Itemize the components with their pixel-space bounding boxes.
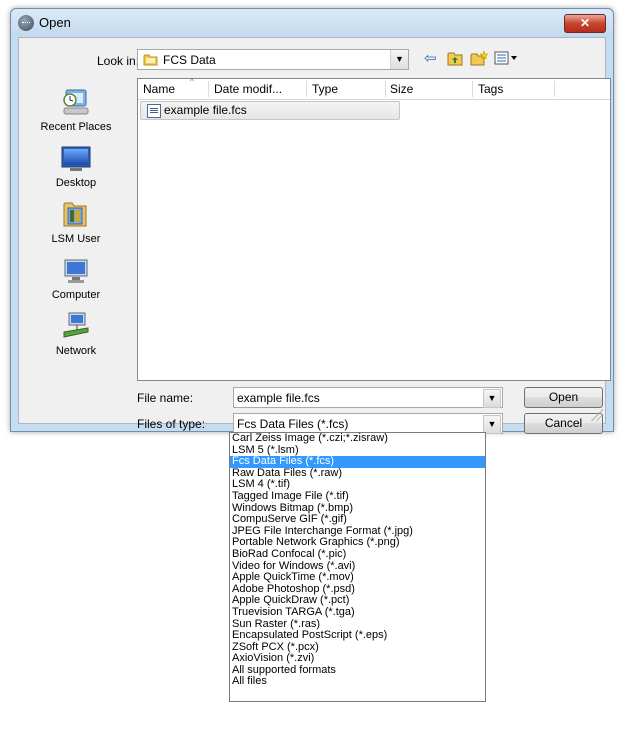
- column-header-date[interactable]: Date modif...: [214, 82, 282, 96]
- file-type-option[interactable]: Tagged Image File (*.tif): [230, 490, 485, 503]
- place-label: Desktop: [55, 177, 97, 189]
- window-title: Open: [39, 15, 71, 30]
- file-type-option[interactable]: Carl Zeiss Image (*.czi;*.zisraw): [230, 433, 485, 445]
- file-name: example file.fcs: [164, 103, 247, 117]
- resize-grip-icon[interactable]: [591, 409, 603, 421]
- file-type-option[interactable]: Apple QuickTime (*.mov): [230, 572, 485, 584]
- desktop-icon: [60, 142, 92, 174]
- views-icon[interactable]: [494, 51, 518, 68]
- places-bar: Recent Places Desktop LSM User Computer: [23, 78, 129, 381]
- sort-ascending-icon: ^: [190, 77, 194, 86]
- open-button[interactable]: Open: [524, 387, 603, 408]
- title-bar[interactable]: Open ✕: [11, 9, 613, 37]
- close-button[interactable]: ✕: [564, 14, 606, 33]
- column-header-row: Name ^ Date modif... Type Size Tags: [138, 77, 610, 100]
- column-header-name[interactable]: Name: [143, 82, 175, 96]
- file-type-dropdown[interactable]: Fcs Data Files (*.fcs) ▼: [233, 413, 503, 434]
- look-in-dropdown[interactable]: FCS Data ▼: [137, 49, 409, 70]
- place-network[interactable]: Network: [23, 310, 129, 357]
- user-folder-icon: [60, 198, 92, 230]
- file-type-option[interactable]: CompuServe GIF (*.gif): [230, 514, 485, 526]
- place-lsm-user[interactable]: LSM User: [23, 198, 129, 245]
- place-desktop[interactable]: Desktop: [23, 142, 129, 189]
- file-type-options-list[interactable]: Carl Zeiss Image (*.czi;*.zisraw) LSM 5 (…: [229, 432, 486, 702]
- file-name-input[interactable]: example file.fcs ▼: [233, 387, 503, 408]
- file-name-value: example file.fcs: [237, 391, 320, 405]
- file-name-label: File name:: [137, 391, 194, 405]
- up-folder-icon[interactable]: [447, 51, 463, 69]
- column-header-size[interactable]: Size: [390, 82, 413, 96]
- network-icon: [60, 310, 92, 342]
- computer-icon: [60, 254, 92, 286]
- file-list[interactable]: Name ^ Date modif... Type Size Tags exam…: [137, 77, 611, 381]
- place-computer[interactable]: Computer: [23, 254, 129, 301]
- look-in-value: FCS Data: [163, 53, 216, 67]
- recent-places-icon: [60, 86, 92, 118]
- column-header-type[interactable]: Type: [312, 82, 338, 96]
- place-recent-places[interactable]: Recent Places: [23, 86, 129, 133]
- file-type-option[interactable]: Encapsulated PostScript (*.eps): [230, 629, 485, 642]
- place-label: Recent Places: [40, 121, 112, 133]
- new-folder-icon[interactable]: [470, 50, 489, 69]
- place-label: Computer: [51, 289, 101, 301]
- file-type-option[interactable]: All supported formats: [230, 664, 485, 677]
- column-header-tags[interactable]: Tags: [478, 82, 503, 96]
- look-in-label: Look in:: [97, 54, 140, 68]
- file-type-option[interactable]: Truevision TARGA (*.tga): [230, 606, 485, 619]
- dialog-client-area: Look in: FCS Data ▼ ⇦ Recent Places Desk…: [18, 37, 611, 434]
- place-label: LSM User: [51, 233, 101, 245]
- file-type-value: Fcs Data Files (*.fcs): [237, 417, 349, 431]
- chevron-down-icon[interactable]: ▼: [390, 50, 408, 69]
- file-type-option[interactable]: BioRad Confocal (*.pic): [230, 548, 485, 561]
- back-arrow-icon[interactable]: ⇦: [424, 51, 437, 66]
- place-label: Network: [55, 345, 97, 357]
- folder-icon: [143, 54, 158, 66]
- chevron-down-icon[interactable]: ▼: [483, 389, 501, 408]
- app-icon: [18, 15, 34, 31]
- file-type-label: Files of type:: [137, 417, 206, 431]
- file-row[interactable]: example file.fcs: [140, 101, 400, 120]
- fcs-file-icon: [147, 104, 161, 118]
- open-dialog: Open ✕ Look in: FCS Data ▼ ⇦ Recent Plac…: [10, 8, 614, 434]
- file-type-option[interactable]: All files: [230, 676, 485, 688]
